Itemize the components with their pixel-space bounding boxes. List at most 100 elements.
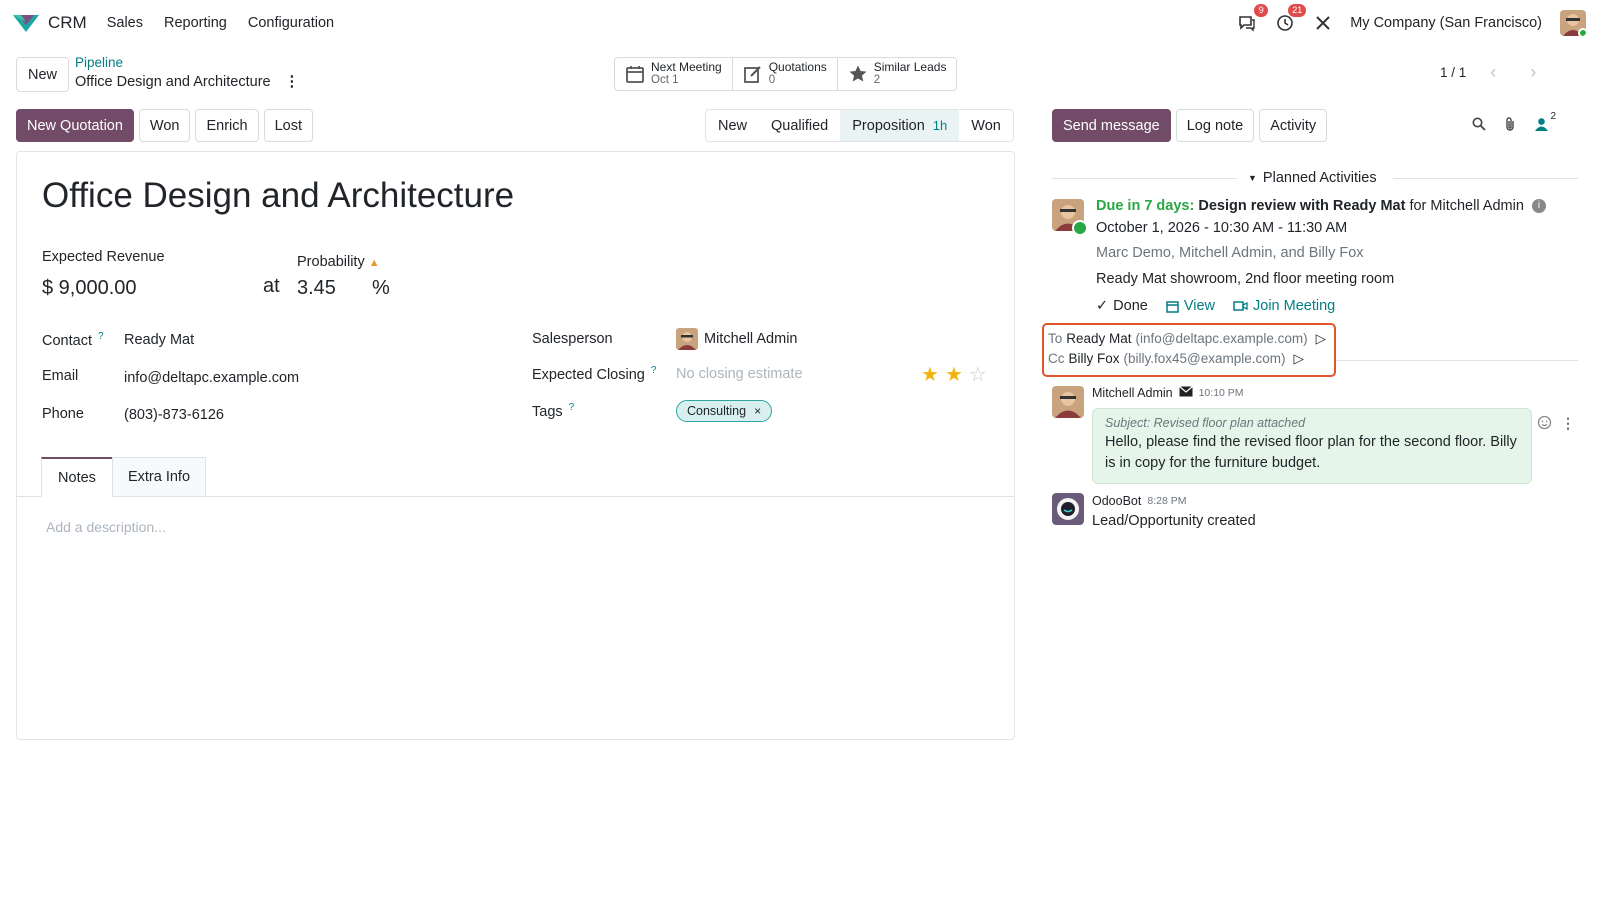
pager-value[interactable]: 1 / 1 — [1440, 65, 1466, 80]
stage-won[interactable]: Won — [959, 110, 1013, 141]
user-avatar[interactable] — [1560, 10, 1586, 36]
priority-star-icon[interactable]: ☆ — [969, 362, 987, 387]
message-author-avatar[interactable] — [1052, 386, 1084, 418]
calendar-icon — [1166, 300, 1179, 313]
debug-tools-icon[interactable] — [1312, 12, 1334, 34]
contact-field[interactable]: Ready Mat — [124, 332, 194, 348]
crm-logo-icon[interactable] — [12, 12, 40, 34]
activity-location: Ready Mat showroom, 2nd floor meeting ro… — [1096, 271, 1395, 287]
view-meeting-button[interactable]: View — [1166, 298, 1215, 314]
tag-label: Consulting — [687, 404, 747, 418]
to-email: (info@deltapc.example.com) — [1135, 331, 1308, 346]
send-to-icon[interactable]: ▷ — [1316, 329, 1326, 349]
enrich-button[interactable]: Enrich — [195, 109, 259, 142]
stage-proposition[interactable]: Proposition 1h — [840, 110, 960, 141]
tab-notes[interactable]: Notes — [41, 457, 113, 497]
next-meeting-label: Next Meeting — [651, 60, 722, 74]
stage-qualified[interactable]: Qualified — [759, 110, 840, 141]
caret-down-icon: ▼ — [1248, 173, 1257, 183]
followers-count: 2 — [1550, 110, 1556, 122]
help-icon[interactable]: ? — [651, 365, 657, 376]
activity-summary: Design review with Ready Mat — [1198, 198, 1406, 214]
messages-icon[interactable]: 9 — [1236, 4, 1269, 34]
new-record-button[interactable]: New — [16, 57, 70, 92]
online-status-icon — [1578, 28, 1586, 36]
similar-leads-value: 2 — [873, 74, 881, 86]
new-quotation-button[interactable]: New Quotation — [16, 109, 134, 142]
company-switcher[interactable]: My Company (San Francisco) — [1350, 15, 1542, 31]
calendar-icon — [626, 66, 644, 83]
opportunity-title[interactable]: Office Design and Architecture — [42, 176, 514, 216]
attachment-paperclip-icon[interactable] — [1504, 116, 1516, 132]
expected-closing-label: Expected Closing? — [532, 365, 656, 383]
add-reaction-icon[interactable] — [1537, 414, 1553, 433]
planned-activities-title: Planned Activities — [1262, 170, 1377, 186]
priority-star-icon[interactable]: ★ — [921, 362, 939, 387]
description-editor[interactable]: Add a description... — [46, 519, 166, 535]
email-field[interactable]: info@deltapc.example.com — [124, 370, 299, 386]
send-message-button[interactable]: Send message — [1052, 109, 1171, 142]
divider — [1393, 178, 1578, 179]
send-cc-icon[interactable]: ▷ — [1294, 349, 1304, 369]
similar-leads-button[interactable]: Similar Leads 2 — [838, 58, 957, 90]
next-record-icon[interactable]: › — [1520, 62, 1546, 83]
tab-extra-info[interactable]: Extra Info — [112, 457, 206, 497]
actions-menu-icon[interactable]: ⋮ — [285, 74, 300, 90]
message-author[interactable]: OdooBot — [1092, 494, 1141, 508]
quotations-label: Quotations — [768, 60, 827, 74]
menu-sales[interactable]: Sales — [107, 15, 143, 31]
salesperson-field[interactable]: Mitchell Admin — [676, 328, 797, 350]
stage-label: Won — [971, 117, 1001, 134]
recipient-cc: Cc Billy Fox (billy.fox45@example.com) ▷ — [1048, 349, 1334, 369]
menu-reporting[interactable]: Reporting — [164, 15, 227, 31]
phone-field[interactable]: (803)-873-6126 — [124, 407, 224, 423]
log-note-button[interactable]: Log note — [1175, 109, 1255, 142]
previous-record-icon[interactable]: ‹ — [1480, 62, 1506, 83]
next-meeting-value: Oct 1 — [651, 74, 679, 86]
remove-tag-icon[interactable]: × — [754, 404, 761, 418]
help-icon[interactable]: ? — [98, 331, 104, 342]
breadcrumb-pipeline-link[interactable]: Pipeline — [75, 55, 299, 70]
activities-clock-icon[interactable]: 21 — [1274, 4, 1307, 34]
divider — [1052, 178, 1237, 179]
join-meeting-button[interactable]: Join Meeting — [1233, 298, 1335, 314]
search-icon[interactable] — [1472, 117, 1486, 131]
app-name[interactable]: CRM — [48, 13, 87, 33]
message-subject: Subject: Revised floor plan attached — [1105, 416, 1306, 430]
planned-activities-toggle[interactable]: ▼ Planned Activities — [1248, 170, 1377, 186]
message-body: Hello, please find the revised floor pla… — [1105, 434, 1517, 471]
done-label: Done — [1113, 298, 1148, 314]
view-label: View — [1183, 298, 1215, 314]
meeting-activity-icon — [1072, 220, 1088, 236]
cc-name: Billy Fox — [1068, 351, 1120, 366]
help-icon[interactable]: ? — [569, 402, 575, 413]
followers-icon[interactable]: 2 — [1534, 111, 1556, 132]
contact-label: Contact? — [42, 331, 104, 349]
info-icon[interactable]: i — [1531, 199, 1546, 214]
quotations-button[interactable]: Quotations 0 — [733, 58, 838, 90]
more-actions-icon[interactable]: ⋮ — [1561, 415, 1575, 432]
expected-closing-field[interactable]: No closing estimate — [676, 366, 803, 382]
divider — [1336, 360, 1578, 361]
mark-done-button[interactable]: ✓ Done — [1096, 298, 1148, 314]
quotations-value: 0 — [768, 74, 776, 86]
tags-label-text: Tags — [532, 403, 563, 420]
probability-field[interactable]: 3.45 — [297, 277, 336, 300]
priority-stars: ★ ★ ☆ — [921, 362, 987, 387]
message-author[interactable]: Mitchell Admin — [1092, 386, 1173, 400]
priority-star-icon[interactable]: ★ — [945, 362, 963, 387]
expected-revenue-field[interactable]: $ 9,000.00 — [42, 277, 137, 300]
won-button[interactable]: Won — [138, 109, 191, 142]
at-label: at — [263, 275, 280, 297]
next-meeting-button[interactable]: Next Meeting Oct 1 — [615, 58, 733, 90]
contact-label-text: Contact — [42, 332, 92, 349]
form-header-buttons: New Quotation Won Enrich Lost — [16, 109, 314, 142]
tag-consulting[interactable]: Consulting × — [676, 400, 773, 422]
check-icon: ✓ — [1096, 298, 1109, 314]
lost-button[interactable]: Lost — [263, 109, 314, 142]
menu-configuration[interactable]: Configuration — [248, 15, 334, 31]
stage-new[interactable]: New — [706, 110, 759, 141]
odoobot-avatar[interactable] — [1052, 493, 1084, 525]
email-label: Email — [42, 368, 79, 384]
activity-button[interactable]: Activity — [1259, 109, 1328, 142]
